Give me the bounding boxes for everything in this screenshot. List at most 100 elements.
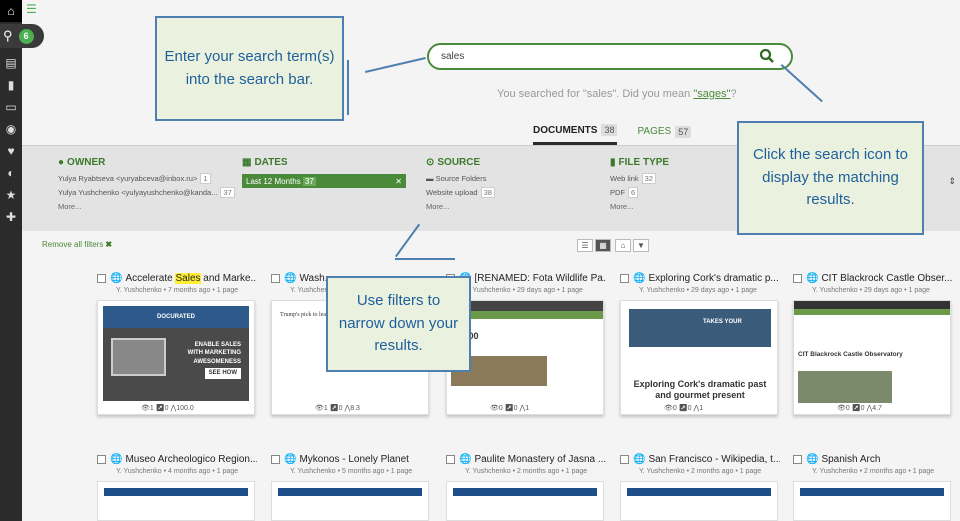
document-card[interactable]: 🌐 Spanish Arch Y. Yushchenko • 2 months ag… xyxy=(793,452,953,521)
globe-icon: 🌐 xyxy=(806,272,819,284)
search-bar[interactable]: sales xyxy=(427,43,793,70)
document-card[interactable]: 🌐 Exploring Cork's dramatic p... Y. Yushch… xyxy=(620,271,780,415)
paperclip-icon: ⚲ xyxy=(3,28,13,43)
search-icon[interactable] xyxy=(759,48,775,69)
result-tabs: DOCUMENTS 38 PAGES 57 xyxy=(533,124,692,145)
source-filter: ⊙ SOURCE ▬ Source Folders Website upload 3… xyxy=(426,157,495,211)
card-stats: 👁0 ↗0 ⋀1 xyxy=(487,404,533,412)
filter-option[interactable]: Web link 32 xyxy=(610,173,669,184)
tab-count: 38 xyxy=(601,124,618,136)
card-thumbnail[interactable] xyxy=(793,481,951,521)
card-thumbnail[interactable] xyxy=(446,481,604,521)
bookmark-icon[interactable]: ▮ xyxy=(0,74,22,96)
more-link[interactable]: More... xyxy=(610,202,669,211)
card-meta: Y. Yushchenko • 29 days ago • 1 page xyxy=(639,287,757,294)
attachments-button[interactable]: ⚲ 6 xyxy=(0,24,44,48)
filter-option[interactable]: Yulya Yushchenko <yulyayushchenko@kanda.… xyxy=(58,187,235,198)
monitor-icon[interactable]: ▭ xyxy=(0,96,22,118)
document-card[interactable]: 🌐 Museo Archeologico Region... Y. Yushchen… xyxy=(97,452,257,521)
select-checkbox[interactable] xyxy=(793,273,802,283)
select-checkbox[interactable] xyxy=(446,454,455,464)
card-meta: Y. Yushchenko • 29 days ago • 1 page xyxy=(812,287,930,294)
user-icon: ● xyxy=(58,157,65,168)
card-title[interactable]: [RENAMED: Fota Wildlife Pa... xyxy=(474,273,606,284)
card-title[interactable]: Accelerate Sales and Marke... xyxy=(125,272,257,284)
calendar-icon: ▦ xyxy=(242,157,252,168)
chevron-up-down-icon[interactable]: ⇕ xyxy=(948,176,956,187)
card-thumbnail[interactable]: TAKES YOUR Exploring Cork's dramatic past… xyxy=(620,300,778,415)
close-icon: ✖ xyxy=(105,240,113,249)
attachments-count-badge: 6 xyxy=(18,28,34,44)
more-link[interactable]: More... xyxy=(58,202,235,211)
globe-icon: 🌐 xyxy=(110,272,123,284)
filetype-filter: ▮ FILE TYPE Web link 32 PDF 6 More... xyxy=(610,157,670,211)
document-card[interactable]: 🌐 CIT Blackrock Castle Obser... Y. Yushche… xyxy=(793,271,953,415)
suggestion-link[interactable]: "sages" xyxy=(693,88,730,100)
card-thumbnail[interactable]: CIT Blackrock Castle Observatory 👁0 ↗0 ⋀4… xyxy=(793,300,951,415)
card-meta: Y. Yushchenko • 2 months ago • 1 page xyxy=(639,468,762,475)
select-checkbox[interactable] xyxy=(271,454,280,464)
eye-icon[interactable]: ◉ xyxy=(0,118,22,140)
card-title[interactable]: Exploring Cork's dramatic p... xyxy=(648,273,778,284)
menu-icon[interactable]: ☰ xyxy=(26,3,37,15)
search-input[interactable]: sales xyxy=(441,51,464,62)
tab-documents[interactable]: DOCUMENTS 38 xyxy=(533,124,618,145)
view-toggle: ☰ ▦ xyxy=(577,239,611,252)
card-title[interactable]: Spanish Arch xyxy=(821,454,880,465)
select-checkbox[interactable] xyxy=(97,273,106,283)
folder-icon: ▬ xyxy=(426,174,434,183)
thumb-brand: DOCURATED xyxy=(103,306,249,328)
document-card[interactable]: 🌐 Accelerate Sales and Marke... Y. Yushche… xyxy=(97,271,257,415)
source-icon: ⊙ xyxy=(426,157,435,168)
toolbar-extra: ⌂ ▼ xyxy=(615,239,649,252)
more-link[interactable]: More... xyxy=(426,202,495,211)
select-checkbox[interactable] xyxy=(793,454,802,464)
heart-icon[interactable]: ♥ xyxy=(0,140,22,162)
document-card[interactable]: 🌐 San Francisco - Wikipedia, t... Y. Yushc… xyxy=(620,452,780,521)
filter-option[interactable]: PDF 6 xyxy=(610,187,669,198)
callout-filters: Use filters to narrow down your results. xyxy=(326,276,471,372)
home-filter-icon[interactable]: ⌂ xyxy=(615,239,631,252)
globe-icon: 🌐 xyxy=(459,453,472,465)
grid-view-icon[interactable]: ▦ xyxy=(595,239,611,252)
dates-filter: ▦ DATES Last 12 Months 37 ✕ xyxy=(242,157,406,188)
remove-filter-icon[interactable]: ✕ xyxy=(395,177,402,186)
filter-option[interactable]: Yulya Ryabtseva <yuryabceva@inbox.ru> 1 xyxy=(58,173,235,184)
tab-pages[interactable]: PAGES 57 xyxy=(637,124,692,145)
star-icon[interactable]: ★ xyxy=(0,184,22,206)
document-card[interactable]: 🌐 Mykonos - Lonely Planet Y. Yushchenko • … xyxy=(271,452,431,521)
card-meta: Y. Yushchenko • 2 months ago • 1 page xyxy=(812,468,935,475)
select-checkbox[interactable] xyxy=(620,454,629,464)
card-meta: Y. Yushchenko • 29 days ago • 1 page xyxy=(465,287,583,294)
filter-option[interactable]: ▬ Source Folders xyxy=(426,174,495,183)
active-date-filter[interactable]: Last 12 Months 37 ✕ xyxy=(242,174,406,188)
card-thumbnail[interactable] xyxy=(620,481,778,521)
card-thumbnail[interactable] xyxy=(271,481,429,521)
card-title[interactable]: CIT Blackrock Castle Obser... xyxy=(821,273,952,284)
home-icon[interactable]: ⌂ xyxy=(0,0,22,22)
card-title[interactable]: Paulite Monastery of Jasna ... xyxy=(474,454,606,465)
card-title[interactable]: Mykonos - Lonely Planet xyxy=(299,454,409,465)
card-meta: Y. Yushchenko • 5 months ago • 1 page xyxy=(290,468,413,475)
select-checkbox[interactable] xyxy=(271,273,280,283)
select-checkbox[interactable] xyxy=(97,454,106,464)
filter-option[interactable]: Website upload 38 xyxy=(426,187,495,198)
file-icon: ▮ xyxy=(610,157,616,168)
document-icon[interactable]: ▤ xyxy=(0,52,22,74)
remove-all-filters[interactable]: Remove all filters ✖ xyxy=(42,240,112,249)
card-stats: 👁0 ↗0 ⋀1 xyxy=(661,404,707,412)
document-card[interactable]: 🌐 Paulite Monastery of Jasna ... Y. Yushch… xyxy=(446,452,606,521)
card-title[interactable]: Museo Archeologico Region... xyxy=(125,454,257,465)
palette-icon[interactable]: ◐ xyxy=(0,162,22,184)
list-view-icon[interactable]: ☰ xyxy=(577,239,593,252)
tab-count: 57 xyxy=(675,125,692,138)
card-thumbnail[interactable] xyxy=(97,481,255,521)
plus-icon[interactable]: ✚ xyxy=(0,206,22,228)
filter-icon[interactable]: ▼ xyxy=(633,239,649,252)
select-checkbox[interactable] xyxy=(620,273,629,283)
card-title[interactable]: San Francisco - Wikipedia, t... xyxy=(648,454,780,465)
globe-icon: 🌐 xyxy=(110,453,123,465)
search-suggestion: You searched for "sales". Did you mean "… xyxy=(497,88,737,100)
card-meta: Y. Yushchenko • 4 months ago • 1 page xyxy=(116,468,239,475)
card-thumbnail[interactable]: DOCURATED ENABLE SALES WITH MARKETING AWESO… xyxy=(97,300,255,415)
